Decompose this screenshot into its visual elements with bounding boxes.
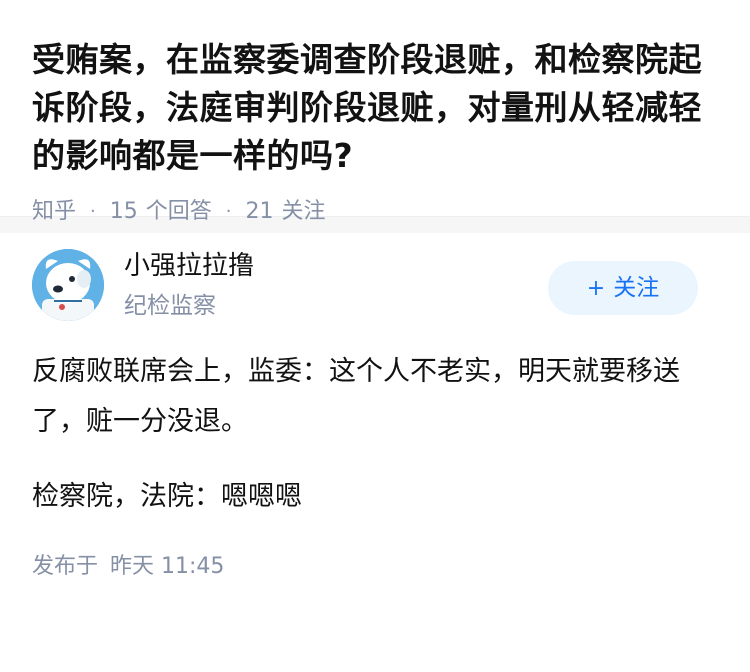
- question-header: 受贿案，在监察委调查阶段退赃，和检察院起诉阶段，法庭审判阶段退赃，对量刑从轻减轻…: [0, 0, 750, 224]
- separator-dot: ·: [225, 201, 232, 222]
- publish-time: 昨天 11:45: [110, 554, 225, 579]
- source-label[interactable]: 知乎: [32, 197, 76, 227]
- publish-info: 发布于 昨天 11:45: [32, 552, 718, 582]
- separator-dot: ·: [90, 201, 96, 222]
- plus-icon: +: [586, 276, 606, 301]
- answer-page: 受贿案，在监察委调查阶段退赃，和检察院起诉阶段，法庭审判阶段退赃，对量刑从轻减轻…: [0, 0, 750, 672]
- question-title[interactable]: 受贿案，在监察委调查阶段退赃，和检察院起诉阶段，法庭审判阶段退赃，对量刑从轻减轻…: [32, 36, 718, 180]
- answer-content: 反腐败联席会上，监委：这个人不老实，明天就要移送了，赃一分没退。 检察院，法院：…: [32, 347, 718, 522]
- answer-count-label: 个回答: [145, 199, 212, 224]
- answer-paragraph: 反腐败联席会上，监委：这个人不老实，明天就要移送了，赃一分没退。: [32, 356, 680, 437]
- author-bio: 纪检监察: [124, 293, 216, 319]
- author-name[interactable]: 小强拉拉撸: [124, 249, 254, 283]
- follower-count-label: 关注: [281, 199, 326, 224]
- follow-button-label: 关注: [613, 275, 660, 301]
- answer-card: 小强拉拉撸 纪检监察 + 关注 反腐败联席会上，监委：这个人不老实，明天就要移送了…: [0, 233, 750, 582]
- answer-paragraph: 检察院，法院：嗯嗯嗯: [32, 481, 302, 512]
- dog-avatar-icon: [32, 249, 104, 321]
- author-info: 小强拉拉撸 纪检监察 + 关注: [32, 233, 718, 345]
- answer-count: 15: [109, 199, 138, 224]
- avatar[interactable]: [32, 249, 104, 321]
- follow-button[interactable]: + 关注: [548, 261, 698, 315]
- follower-count: 21: [245, 199, 274, 224]
- publish-label: 发布于: [32, 554, 99, 579]
